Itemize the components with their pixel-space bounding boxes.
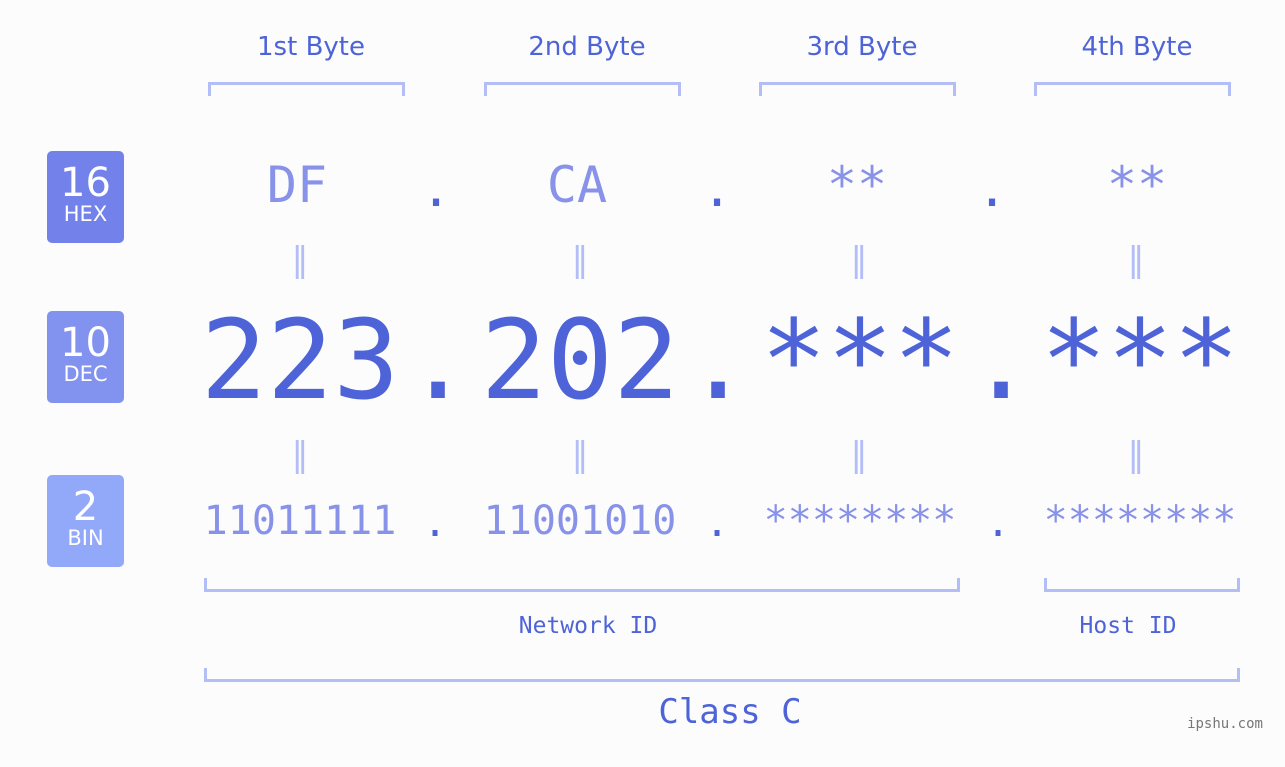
equals-dec-bin-3: ‖	[850, 435, 868, 475]
bin-badge: 2 BIN	[47, 475, 124, 567]
dec-byte-4: ***	[1040, 296, 1240, 424]
hex-byte-2: CA	[546, 156, 608, 214]
class-label: Class C	[658, 692, 802, 732]
dec-badge: 10 DEC	[47, 311, 124, 403]
bin-dot-1: .	[422, 500, 448, 546]
hex-badge: 16 HEX	[47, 151, 124, 243]
byte-header-4: 4th Byte	[1081, 32, 1193, 62]
dec-badge-label: DEC	[63, 362, 108, 386]
hex-dot-3: .	[976, 160, 1008, 218]
bin-byte-1: 11011111	[203, 498, 397, 544]
bin-badge-number: 2	[72, 484, 99, 530]
hex-badge-label: HEX	[63, 202, 108, 226]
equals-dec-bin-2: ‖	[571, 435, 589, 475]
byte-bracket-4	[1034, 82, 1231, 96]
dec-dot-2: .	[685, 296, 752, 424]
bin-dot-2: .	[704, 500, 730, 546]
watermark: ipshu.com	[1187, 716, 1263, 732]
byte-header-1: 1st Byte	[257, 32, 365, 62]
hex-byte-3: **	[826, 156, 888, 214]
byte-bracket-3	[759, 82, 956, 96]
equals-dec-bin-1: ‖	[291, 435, 309, 475]
hex-byte-1: DF	[266, 156, 328, 214]
hex-dot-2: .	[701, 160, 733, 218]
bin-byte-2: 11001010	[483, 498, 677, 544]
byte-header-3: 3rd Byte	[806, 32, 918, 62]
network-id-bracket	[204, 578, 960, 592]
bin-byte-4: ********	[1043, 498, 1237, 544]
bin-dot-3: .	[985, 500, 1011, 546]
equals-hex-dec-3: ‖	[850, 240, 868, 280]
dec-byte-2: 202	[480, 296, 680, 424]
dec-dot-1: .	[405, 296, 472, 424]
equals-hex-dec-4: ‖	[1127, 240, 1145, 280]
byte-bracket-1	[208, 82, 405, 96]
bin-byte-3: ********	[763, 498, 957, 544]
bin-badge-label: BIN	[67, 526, 104, 550]
dec-badge-number: 10	[60, 320, 111, 366]
equals-hex-dec-2: ‖	[571, 240, 589, 280]
hex-byte-4: **	[1106, 156, 1168, 214]
hex-badge-number: 16	[60, 160, 111, 206]
byte-bracket-2	[484, 82, 681, 96]
hex-dot-1: .	[420, 160, 452, 218]
dec-byte-3: ***	[760, 296, 960, 424]
equals-dec-bin-4: ‖	[1127, 435, 1145, 475]
network-id-label: Network ID	[518, 613, 658, 639]
equals-hex-dec-1: ‖	[291, 240, 309, 280]
byte-header-2: 2nd Byte	[528, 32, 646, 62]
class-bracket	[204, 668, 1240, 682]
dec-byte-1: 223	[200, 296, 400, 424]
dec-dot-3: .	[968, 296, 1035, 424]
host-id-label: Host ID	[1079, 613, 1177, 639]
host-id-bracket	[1044, 578, 1240, 592]
